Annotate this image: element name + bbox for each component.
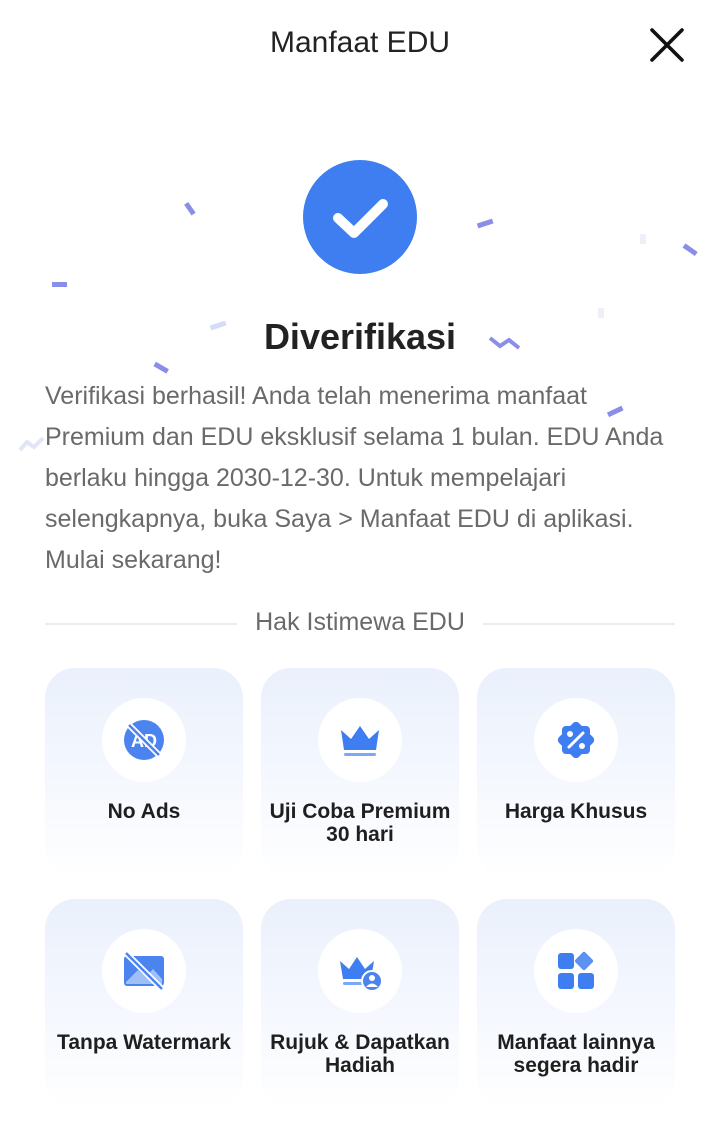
icon-bubble [318, 929, 402, 1013]
icon-bubble [534, 929, 618, 1013]
discount-badge-icon [557, 721, 595, 759]
privilege-card-referral[interactable]: Rujuk & Dapatkan Hadiah [261, 899, 459, 1109]
icon-bubble: AD [102, 698, 186, 782]
checkmark-icon [333, 199, 388, 238]
status-message: Verifikasi berhasil! Anda telah menerima… [45, 382, 664, 574]
privilege-label: Manfaat lainnya segera hadir [497, 1031, 655, 1077]
close-button[interactable] [646, 24, 688, 66]
privilege-card-no-watermark[interactable]: Tanpa Watermark [45, 899, 243, 1109]
icon-bubble [318, 698, 402, 782]
crown-user-icon [340, 957, 382, 992]
privilege-label: Harga Khusus [504, 800, 648, 823]
privilege-card-more-benefits[interactable]: Manfaat lainnya segera hadir [477, 899, 675, 1109]
header: Manfaat EDU [0, 0, 720, 88]
icon-bubble [534, 698, 618, 782]
privilege-card-premium-trial[interactable]: Uji Coba Premium 30 hari [261, 668, 459, 878]
no-watermark-icon [123, 950, 165, 992]
section-divider: Hak Istimewa EDU [45, 604, 675, 642]
crown-icon [341, 726, 379, 756]
privilege-label: Rujuk & Dapatkan Hadiah [270, 1031, 450, 1077]
no-ads-icon: AD [124, 720, 164, 760]
verified-check-badge [303, 160, 417, 274]
status-title: Diverifikasi [263, 316, 457, 357]
page-title: Manfaat EDU [269, 26, 451, 59]
privilege-label: No Ads [107, 800, 181, 823]
privilege-label: Tanpa Watermark [57, 1031, 231, 1054]
icon-bubble [102, 929, 186, 1013]
close-icon [650, 28, 684, 62]
privilege-card-no-ads[interactable]: AD No Ads [45, 668, 243, 878]
privilege-label: Uji Coba Premium 30 hari [269, 800, 451, 846]
privilege-card-special-price[interactable]: Harga Khusus [477, 668, 675, 878]
more-apps-icon [558, 951, 594, 989]
divider-line-right [483, 623, 675, 625]
